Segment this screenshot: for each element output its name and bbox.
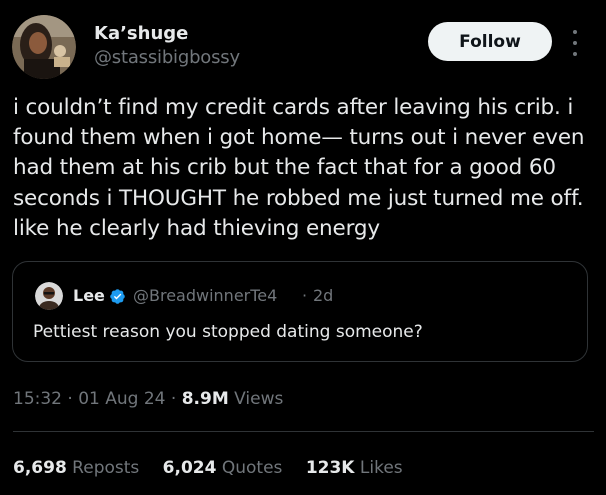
quoted-user-avatar[interactable] [35,282,63,310]
reposts-stat[interactable]: 6,698 Reposts [13,458,139,478]
quoted-timestamp[interactable]: 2d [313,286,333,305]
quotes-label: Quotes [216,458,283,478]
views-label: Views [228,389,284,409]
quoted-separator: · [302,286,308,305]
author-display-name[interactable]: Ka’shuge [94,23,188,44]
divider [13,431,594,432]
reposts-count: 6,698 [13,458,67,478]
user-avatar-icon [12,15,76,79]
likes-count: 123K [305,458,355,478]
tweet-time[interactable]: 15:32 [13,389,62,409]
meta-separator: · [165,389,182,409]
quoted-tweet-text: Pettiest reason you stopped dating someo… [33,322,423,342]
tweet-meta: 15:32 · 01 Aug 24 · 8.9M Views [13,389,283,409]
likes-label: Likes [354,458,403,478]
reposts-label: Reposts [66,458,140,478]
tweet-post: Ka’shuge @stassibigbossy Follow i couldn… [0,0,606,495]
author-handle[interactable]: @stassibigbossy [94,47,240,68]
verified-badge-icon [110,289,125,304]
views-count: 8.9M [181,389,229,409]
follow-button[interactable]: Follow [428,22,552,61]
engagement-stats: 6,698 Reposts 6,024 Quotes 123K Likes [13,458,421,478]
more-dot [573,30,577,34]
author-avatar[interactable] [12,15,76,79]
quotes-count: 6,024 [162,458,217,478]
tweet-date[interactable]: 01 Aug 24 [78,389,165,409]
quoted-tweet-card[interactable]: Lee @BreadwinnerTe4 · 2d Pettiest reason… [12,261,588,362]
quotes-stat[interactable]: 6,024 Quotes [163,458,283,478]
more-dot [573,52,577,56]
meta-separator: · [62,389,79,409]
more-dot [573,41,577,45]
tweet-text: i couldn’t find my credit cards after le… [13,95,585,241]
likes-stat[interactable]: 123K Likes [306,458,403,478]
quoted-user-name[interactable]: Lee [73,286,105,305]
more-vertical-icon[interactable] [568,30,582,56]
quoted-user-handle[interactable]: @BreadwinnerTe4 [133,286,277,305]
quoted-avatar-icon [35,282,63,310]
